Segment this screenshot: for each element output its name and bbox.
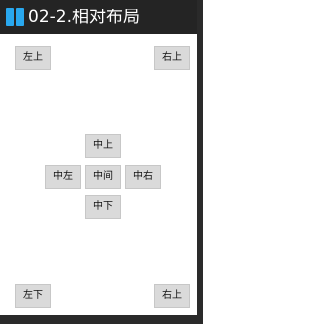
center-top-button[interactable]: 中上: [85, 134, 121, 158]
bottom-left-button[interactable]: 左下: [15, 284, 51, 308]
center-right-button[interactable]: 中右: [125, 165, 161, 189]
top-left-button[interactable]: 左上: [15, 46, 51, 70]
app-logo-right-bar: [16, 8, 24, 26]
center-middle-button[interactable]: 中间: [85, 165, 121, 189]
app-logo-left-bar: [6, 8, 14, 26]
relative-layout-area: 左上 右上 中上 中左 中间 中右 中下 左下 右上: [0, 34, 197, 315]
bottom-right-button[interactable]: 右上: [154, 284, 190, 308]
page-title: 02-2.相对布局: [28, 8, 140, 26]
title-bar: 02-2.相对布局: [0, 0, 197, 34]
top-right-button[interactable]: 右上: [154, 46, 190, 70]
center-bottom-button[interactable]: 中下: [85, 195, 121, 219]
app-window: 02-2.相对布局 左上 右上 中上 中左 中间 中右 中下 左下 右上: [0, 0, 203, 324]
app-logo-icon: [6, 8, 24, 26]
device-bottom-edge: [0, 315, 203, 324]
center-left-button[interactable]: 中左: [45, 165, 81, 189]
